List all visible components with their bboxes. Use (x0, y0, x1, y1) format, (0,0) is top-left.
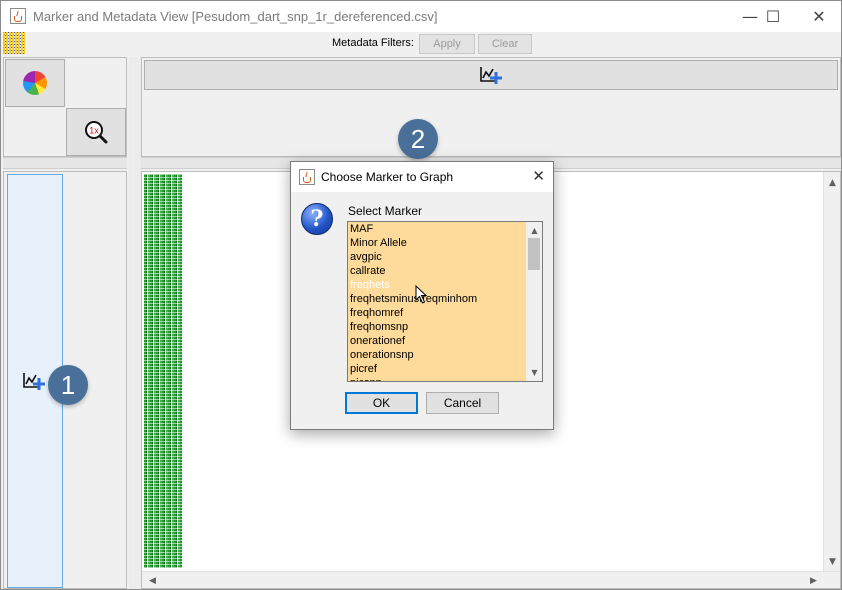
ok-button[interactable]: OK (345, 392, 418, 414)
marker-list-item[interactable]: picref (348, 362, 542, 376)
dialog-close-icon[interactable]: ✕ (532, 167, 545, 185)
close-button[interactable]: ✕ (796, 1, 842, 32)
marker-list-item[interactable]: freqhomsnp (348, 320, 542, 334)
marker-list-item[interactable]: onerationsnp (348, 348, 542, 362)
callout-badge-1: 1 (48, 365, 88, 405)
marker-list-item[interactable]: MAF (348, 222, 542, 236)
marker-list-item[interactable]: picsnp (348, 376, 542, 381)
genotype-heatmap (144, 174, 182, 568)
list-scroll-thumb[interactable] (528, 238, 540, 270)
metadata-filter-bar: Metadata Filters: Apply Clear (1, 32, 841, 56)
zoom-level-text: 1x (89, 126, 99, 136)
add-marker-graph-button[interactable] (144, 60, 838, 90)
marker-list-item[interactable]: freqhomref (348, 306, 542, 320)
java-app-icon (10, 8, 26, 24)
marker-list-item[interactable]: avgpic (348, 250, 542, 264)
left-splitter[interactable] (3, 157, 127, 169)
window-title: Marker and Metadata View [Pesudom_dart_s… (33, 9, 438, 24)
main-window: Marker and Metadata View [Pesudom_dart_s… (0, 0, 842, 590)
clear-button[interactable]: Clear (478, 34, 532, 54)
scroll-left-icon[interactable]: ◀ (144, 572, 161, 588)
zoom-reset-button[interactable]: 1x (66, 108, 126, 156)
select-marker-label: Select Marker (348, 204, 423, 218)
mouse-cursor-icon (415, 285, 428, 304)
marker-list-item[interactable]: callrate (348, 264, 542, 278)
marker-list-item[interactable]: freqhetsminusfreqminhom (348, 292, 542, 306)
list-scroll-down-icon[interactable]: ▼ (526, 364, 542, 381)
scroll-up-icon[interactable]: ▲ (824, 174, 840, 191)
color-wheel-icon (23, 71, 47, 95)
java-app-icon (299, 169, 315, 185)
vertical-scrollbar[interactable]: ▲ ▼ (823, 172, 840, 572)
scroll-right-icon[interactable]: ▶ (805, 572, 822, 588)
add-graph-icon (480, 67, 502, 84)
cancel-button[interactable]: Cancel (426, 392, 499, 414)
add-graph-icon (23, 373, 45, 390)
marker-list-item[interactable]: freqhets (348, 278, 542, 292)
maximize-button[interactable]: ☐ (750, 1, 796, 32)
zoom-1x-icon: 1x (85, 121, 108, 144)
list-scroll-up-icon[interactable]: ▲ (526, 222, 542, 239)
data-thumbnail-icon (3, 32, 25, 54)
marker-list-item[interactable]: Minor Allele (348, 236, 542, 250)
dialog-title: Choose Marker to Graph (321, 170, 454, 184)
title-bar: Marker and Metadata View [Pesudom_dart_s… (1, 1, 841, 32)
metadata-filters-label: Metadata Filters: (332, 37, 414, 49)
list-scrollbar[interactable]: ▲ ▼ (525, 222, 542, 381)
vertical-splitter[interactable] (129, 57, 141, 589)
dialog-title-bar: Choose Marker to Graph ✕ (291, 162, 553, 192)
marker-list-item[interactable]: onerationef (348, 334, 542, 348)
apply-button[interactable]: Apply (419, 34, 475, 54)
scroll-down-icon[interactable]: ▼ (824, 553, 840, 570)
marker-list[interactable]: MAF Minor Allele avgpic callrate freqhets fre… (347, 221, 543, 382)
tool-panel: 1x (3, 57, 127, 157)
marker-graph-header (141, 57, 841, 157)
callout-badge-2: 2 (398, 119, 438, 159)
horizontal-scrollbar[interactable]: ◀ ▶ (142, 571, 840, 588)
question-icon: ? (301, 203, 333, 235)
color-palette-button[interactable] (5, 59, 65, 107)
